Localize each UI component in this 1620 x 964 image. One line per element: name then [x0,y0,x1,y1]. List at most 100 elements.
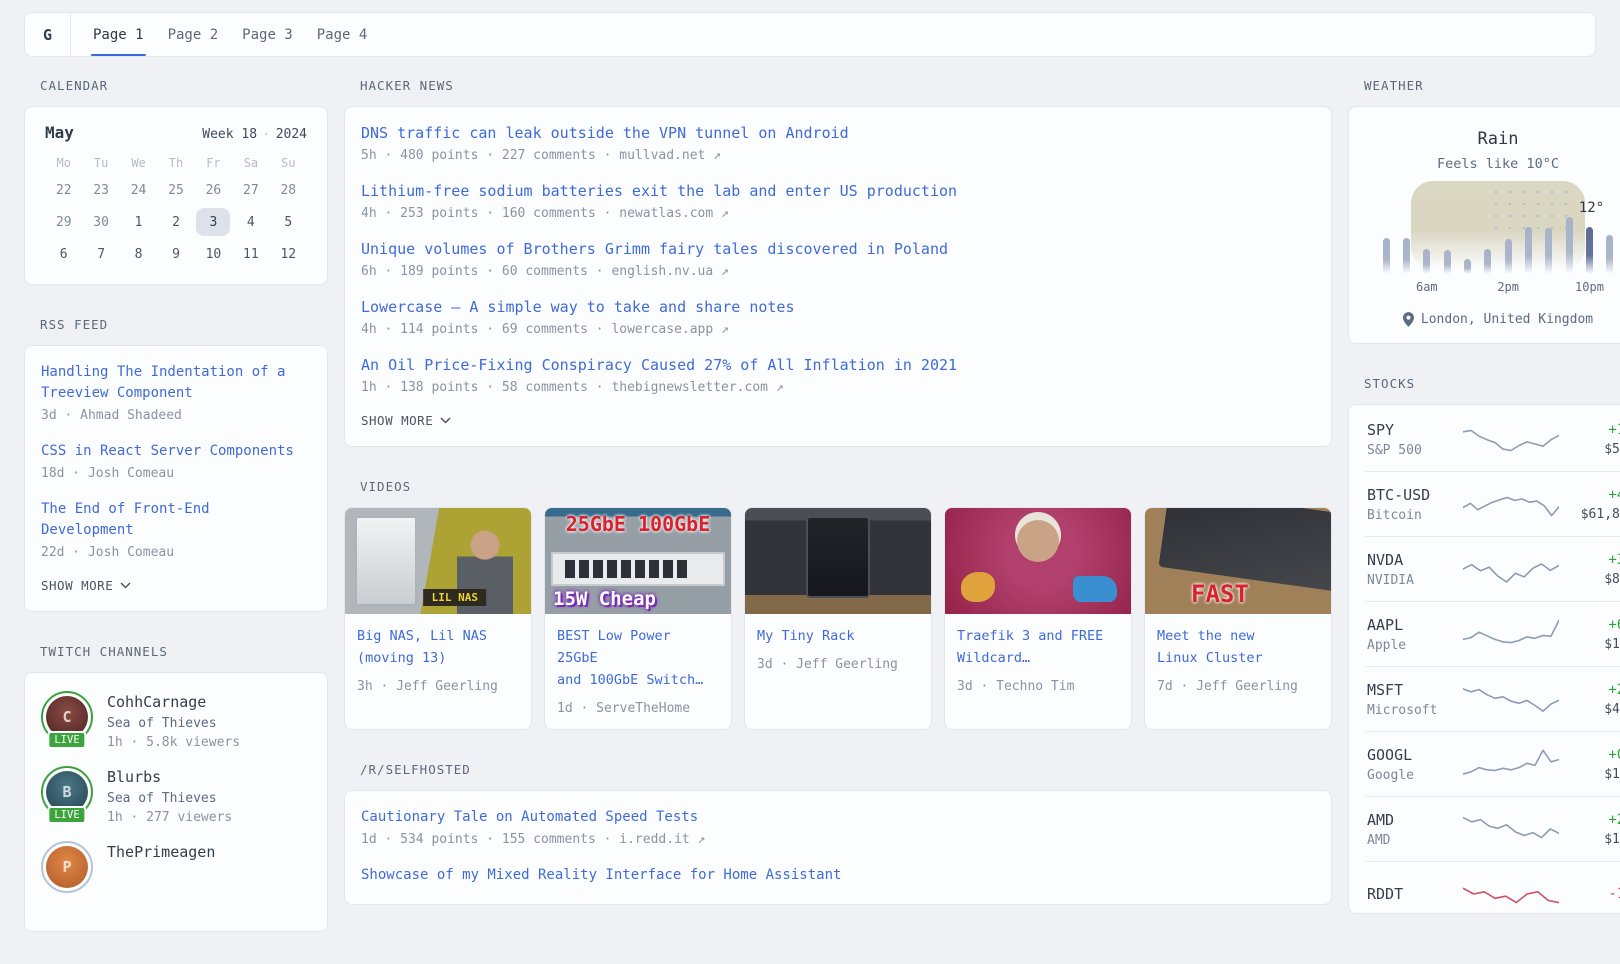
tab-page-2[interactable]: Page 2 [156,13,231,56]
channel-info: BlurbsSea of Thieves1h · 277 viewers [107,766,232,825]
weather-bar [1403,238,1410,274]
weather-bar-current [1586,227,1593,274]
video-meta: 3h · Jeff Geerling [357,679,519,694]
channel-name[interactable]: Blurbs [107,768,232,786]
feed-item-title[interactable]: Cautionary Tale on Automated Speed Tests [361,807,1315,828]
dashboard: CALENDAR May Week 18·2024 MoTuWeThFrSaSu… [24,78,1596,964]
stock-id: AMDAMD [1367,811,1455,848]
stock-row[interactable]: NVDANVIDIA+3.49%$888.12 [1365,536,1620,601]
calendar-day: 24 [122,176,156,204]
video-card[interactable]: LIL NAS Big NAS, Lil NAS (moving 13) 3h · … [344,507,532,730]
stock-name: NVIDIA [1367,573,1455,588]
feed-item-title[interactable]: The End of Front-End Development [41,499,311,541]
video-thumbnail[interactable] [945,508,1131,614]
nas-tower-graphic [355,516,417,606]
video-meta: 1d · ServeTheHome [557,701,719,716]
weekday-label: Su [270,156,307,170]
calendar-day: 11 [234,240,268,268]
stock-price: $167.03 [1567,767,1620,782]
channel-game: Sea of Thieves [107,716,240,731]
video-title[interactable]: Traefik 3 and FREE Wildcard… [957,628,1103,666]
app-logo[interactable]: G [25,13,71,56]
hackernews-section: HACKER NEWS DNS traffic can leak outside… [344,78,1332,447]
tab-page-1[interactable]: Page 1 [81,13,156,56]
reddit-list: Cautionary Tale on Automated Speed Tests… [361,797,1315,894]
stock-change: +3.49% [1567,552,1620,568]
video-title[interactable]: BEST Low Power 25GbE and 100GbE Switch… [557,628,703,688]
page-tabs: Page 1Page 2Page 3Page 4 [81,13,379,56]
calendar-header: CALENDAR [40,78,328,93]
weather-bar [1423,249,1430,274]
video-meta: 3d · Techno Tim [957,679,1119,694]
channel-avatar[interactable]: P [41,841,93,893]
stock-change: +4.56% [1567,487,1620,503]
videos-row: LIL NAS Big NAS, Lil NAS (moving 13) 3h · … [344,507,1332,730]
stock-row[interactable]: GOOGLGoogle+0.25%$167.03 [1365,731,1620,796]
video-card-body: BEST Low Power 25GbE and 100GbE Switch… 1… [545,614,731,729]
stock-id: MSFTMicrosoft [1367,681,1455,718]
weather-bar-slot [1518,190,1538,274]
feed-item-meta: 22d · Josh Comeau [41,545,311,560]
twitch-channel-row[interactable]: BLIVEBlurbsSea of Thieves1h · 277 viewer… [41,766,311,825]
video-card-body: Meet the new Linux Cluster7d · Jeff Geer… [1145,614,1331,707]
video-card[interactable]: FASTMeet the new Linux Cluster7d · Jeff … [1144,507,1332,730]
channel-name[interactable]: ThePrimeagen [107,843,215,861]
channel-avatar[interactable]: BLIVE [41,766,93,818]
weather-current-temp: 12° [1579,200,1604,216]
feed-item-title[interactable]: CSS in React Server Components [41,441,311,462]
calendar-day: 29 [47,208,81,236]
stock-change: +6.63% [1567,617,1620,633]
video-card-body: Traefik 3 and FREE Wildcard… 3d · Techno … [945,614,1131,707]
weekday-label: We [120,156,157,170]
stock-row[interactable]: MSFTMicrosoft+2.24%$406.76 [1365,666,1620,731]
feed-item-title[interactable]: Lithium-free sodium batteries exit the l… [361,181,1315,202]
video-card[interactable]: Traefik 3 and FREE Wildcard… 3d · Techno … [944,507,1132,730]
channel-game: Sea of Thieves [107,791,232,806]
stock-row[interactable]: AMDAMD+2.97%$150.50 [1365,796,1620,861]
feed-item: CSS in React Server Components18d · Josh… [41,431,311,489]
video-thumbnail[interactable]: FAST [1145,508,1331,614]
video-title[interactable]: Big NAS, Lil NAS (moving 13) [357,628,487,666]
reddit-widget: Cautionary Tale on Automated Speed Tests… [344,790,1332,905]
stock-sparkline [1463,418,1559,460]
twitch-section: TWITCH CHANNELS CLIVECohhCarnageSea of T… [24,644,328,932]
feed-item-meta: 5h · 480 points · 227 comments · mullvad… [361,148,1315,163]
thumbnail-caption: 15W Cheap [553,588,656,610]
video-thumbnail[interactable]: LIL NAS [345,508,531,614]
feed-item-title[interactable]: Lowercase – A simple way to take and sha… [361,297,1315,318]
stock-symbol: SPY [1367,421,1455,439]
hackernews-show-more-button[interactable]: SHOW MORE [361,411,1315,430]
weather-location-row: London, United Kingdom [1369,312,1620,327]
video-card[interactable]: My Tiny Rack3d · Jeff Geerling [744,507,932,730]
video-thumbnail[interactable]: 25GbE 100GbE15W Cheap [545,508,731,614]
feed-item-title[interactable]: DNS traffic can leak outside the VPN tun… [361,123,1315,144]
feed-item: The End of Front-End Development 22d · Jo… [41,489,311,568]
twitch-channel-row[interactable]: CLIVECohhCarnageSea of Thieves1h · 5.8k … [41,691,311,750]
tab-page-3[interactable]: Page 3 [230,13,305,56]
twitch-channel-row[interactable]: P ThePrimeagen [41,841,311,893]
feed-item-title[interactable]: Unique volumes of Brothers Grimm fairy t… [361,239,1315,260]
stock-price: $511.69 [1567,442,1620,457]
calendar-day: 22 [47,176,81,204]
video-thumbnail[interactable] [745,508,931,614]
stock-row[interactable]: BTC-USDBitcoin+4.56%$61,820.02 [1365,471,1620,536]
channel-name[interactable]: CohhCarnage [107,693,240,711]
stock-row[interactable]: SPYS&P 500+1.32%$511.69 [1365,407,1620,471]
chevron-down-icon [440,417,451,424]
feed-item-title[interactable]: An Oil Price-Fixing Conspiracy Caused 27… [361,355,1315,376]
live-badge: LIVE [47,806,86,824]
tab-page-4[interactable]: Page 4 [305,13,380,56]
stock-symbol: AAPL [1367,616,1455,634]
feed-item-meta: 3d · Ahmad Shadeed [41,408,311,423]
feed-item-title[interactable]: Showcase of my Mixed Reality Interface f… [361,865,1315,886]
feed-item-title[interactable]: Handling The Indentation of a Treeview C… [41,362,311,404]
channel-avatar[interactable]: CLIVE [41,691,93,743]
stock-row[interactable]: AAPLApple+6.63%$184.51 [1365,601,1620,666]
video-card[interactable]: 25GbE 100GbE15W CheapBEST Low Power 25Gb… [544,507,732,730]
left-column: CALENDAR May Week 18·2024 MoTuWeThFrSaSu… [24,78,328,964]
stock-row[interactable]: RDDT-1.59% [1365,861,1620,914]
rss-show-more-button[interactable]: SHOW MORE [41,576,311,595]
video-title[interactable]: My Tiny Rack [757,628,855,644]
video-title[interactable]: Meet the new Linux Cluster [1157,628,1263,666]
calendar-day: 2 [159,208,193,236]
